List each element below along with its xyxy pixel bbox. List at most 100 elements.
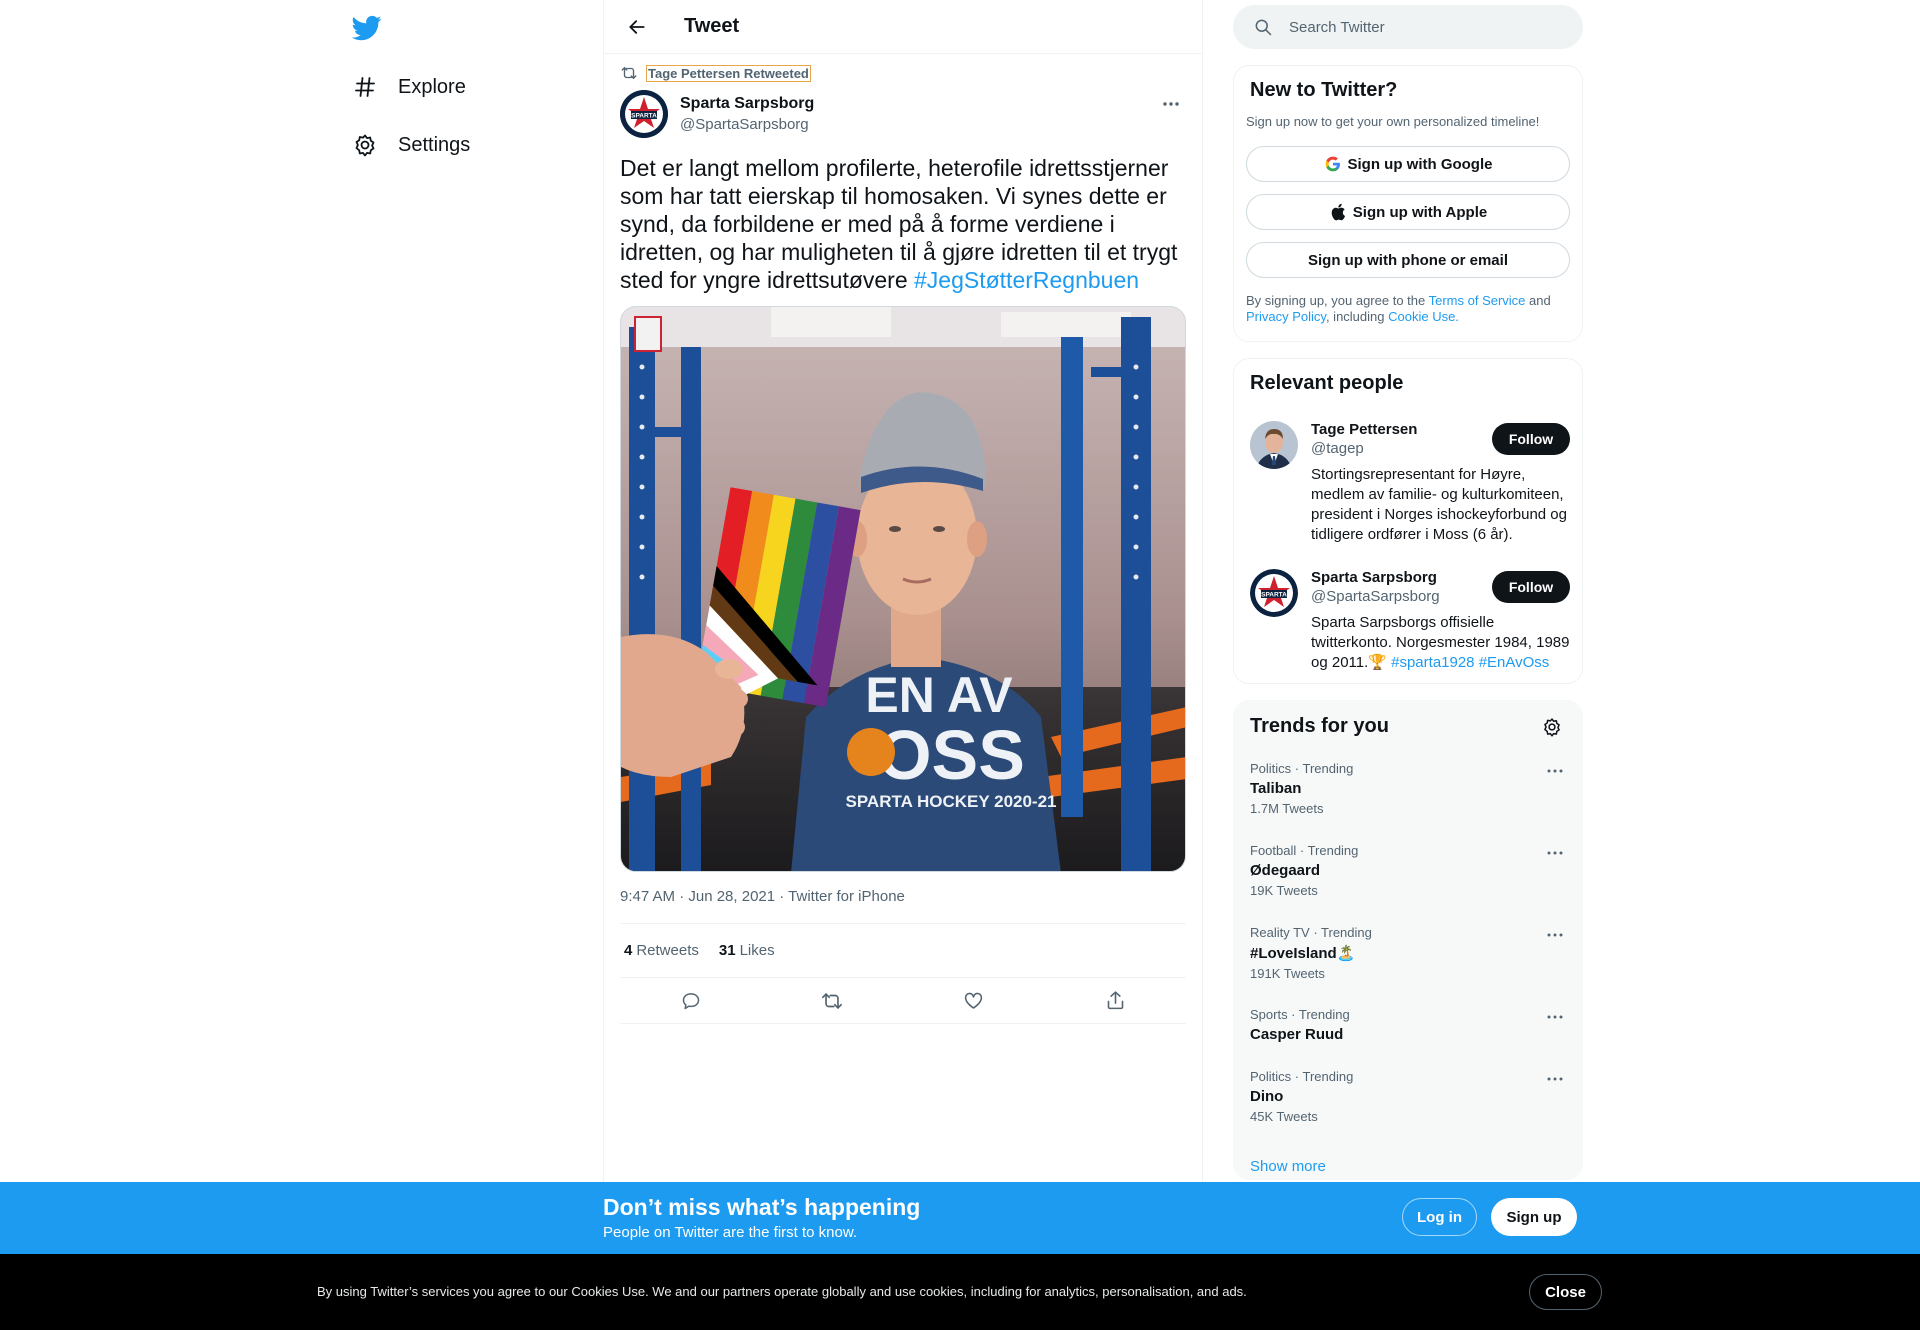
signup-phone-email-label: Sign up with phone or email — [1307, 251, 1508, 269]
signup-card: New to Twitter? Sign up now to get your … — [1233, 65, 1583, 342]
trend-name: Dino — [1250, 1088, 1284, 1105]
hashtag-icon — [352, 74, 378, 100]
trend-context: Reality TV · Trending — [1250, 925, 1372, 940]
follow-button[interactable]: Follow — [1492, 423, 1570, 455]
login-button[interactable]: Log in — [1402, 1198, 1477, 1236]
trends-title: Trends for you — [1250, 715, 1389, 737]
cookies-use-link[interactable]: Cookies Use — [571, 1284, 645, 1299]
main-column: Tweet Tage Pettersen Retweeted SPARTA Sp… — [603, 0, 1203, 1330]
close-cookie-button[interactable]: Close — [1529, 1274, 1602, 1310]
shirt-print-line2: OSS — [877, 716, 1025, 794]
signup-legal-text: By signing up, you agree to the Terms of… — [1246, 293, 1572, 325]
retweets-label: Retweets — [636, 942, 699, 959]
follow-button[interactable]: Follow — [1492, 571, 1570, 603]
signup-title: New to Twitter? — [1250, 79, 1398, 101]
apple-icon — [1329, 203, 1347, 221]
tweet-text: Det er langt mellom profilerte, heterofi… — [620, 154, 1192, 294]
tweet-actions — [620, 978, 1186, 1024]
nav-settings-label: Settings — [398, 133, 471, 156]
trend-name: Ødegaard — [1250, 862, 1321, 879]
trend-more-icon[interactable] — [1542, 1007, 1568, 1027]
person-avatar[interactable] — [1250, 421, 1298, 469]
retweeted-by-link[interactable]: Tage Pettersen Retweeted — [646, 64, 811, 82]
signup-phone-email-button[interactable]: Sign up with phone or email — [1246, 242, 1570, 278]
like-heart-icon[interactable] — [957, 984, 991, 1018]
cookie-use-link[interactable]: Cookie Use. — [1388, 309, 1459, 324]
trends-settings-gear-icon[interactable] — [1540, 715, 1564, 739]
signup-subtitle: Sign up now to get your own personalized… — [1246, 114, 1540, 129]
terms-of-service-link[interactable]: Terms of Service — [1429, 293, 1526, 308]
trends-card: Trends for you Politics · Trending Talib… — [1233, 700, 1583, 1180]
search-box[interactable] — [1233, 5, 1583, 49]
person-bio: Stortingsrepresentant for Høyre, medlem … — [1311, 466, 1567, 543]
trend-more-icon[interactable] — [1542, 1069, 1568, 1089]
retweet-icon — [620, 64, 638, 82]
trend-item[interactable]: Sports · Trending Casper Ruud — [1250, 1007, 1568, 1043]
trend-context: Sports · Trending — [1250, 1007, 1350, 1022]
more-options-icon[interactable] — [1156, 92, 1186, 116]
google-icon — [1324, 155, 1342, 173]
trend-item[interactable]: Politics · Trending Dino 45K Tweets — [1250, 1069, 1568, 1124]
banner-title: Don’t miss what’s happening — [603, 1194, 921, 1220]
trend-context: Football · Trending — [1250, 843, 1359, 858]
search-input[interactable] — [1289, 18, 1549, 36]
search-icon — [1253, 17, 1273, 37]
gear-icon — [352, 132, 378, 158]
svg-text:SPARTA: SPARTA — [631, 113, 657, 120]
trend-name: #LoveIsland🏝️ — [1250, 945, 1356, 962]
tweet-photo[interactable]: EN AV OSS SPARTA HOCKEY 2020-21 — [620, 306, 1186, 872]
bio-hashtag-enavoss[interactable]: #EnAvOss — [1479, 654, 1550, 671]
relevant-people-title: Relevant people — [1250, 372, 1404, 394]
retweet-context: Tage Pettersen Retweeted — [620, 64, 811, 82]
back-arrow-icon[interactable] — [620, 10, 654, 44]
relevant-people-card: Relevant people Tage Pettersen @tagep St… — [1233, 358, 1583, 684]
signup-google-button[interactable]: Sign up with Google — [1246, 146, 1570, 182]
cookie-banner: By using Twitter’s services you agree to… — [0, 1254, 1920, 1330]
likes-stat[interactable]: 31 Likes — [719, 942, 775, 959]
nav-explore[interactable]: Explore — [352, 67, 466, 107]
retweets-count: 4 — [624, 942, 633, 959]
trend-item[interactable]: Reality TV · Trending #LoveIsland🏝️ 191K… — [1250, 925, 1568, 981]
twitter-bird-icon[interactable] — [351, 13, 382, 43]
trend-count: 1.7M Tweets — [1250, 801, 1324, 816]
cookie-text-suffix: . We and our partners operate globally a… — [645, 1284, 1247, 1299]
person-avatar[interactable]: SPARTA — [1250, 569, 1298, 617]
cookie-text-prefix: By using Twitter’s services you agree to… — [317, 1284, 572, 1299]
share-icon[interactable] — [1098, 984, 1132, 1018]
shirt-print-line1: EN AV — [865, 667, 1013, 723]
legal-including: , including — [1325, 309, 1389, 324]
main-header: Tweet — [604, 0, 1202, 54]
shirt-print-line3: SPARTA HOCKEY 2020-21 — [846, 792, 1057, 811]
trend-more-icon[interactable] — [1542, 843, 1568, 863]
trend-item[interactable]: Football · Trending Ødegaard 19K Tweets — [1250, 843, 1568, 898]
person-bio: Sparta Sarpsborgs offisielle twitterkont… — [1311, 613, 1571, 673]
tweet-hashtag-link[interactable]: #JegStøtterRegnbuen — [914, 267, 1139, 293]
retweet-action-icon[interactable] — [815, 984, 849, 1018]
svg-text:SPARTA: SPARTA — [1261, 592, 1287, 599]
signup-apple-button[interactable]: Sign up with Apple — [1246, 194, 1570, 230]
reply-icon[interactable] — [674, 984, 708, 1018]
page-title: Tweet — [684, 15, 740, 37]
author-name[interactable]: Sparta Sarpsborg — [680, 95, 814, 113]
show-more-link[interactable]: Show more — [1250, 1158, 1326, 1175]
author-handle[interactable]: @SpartaSarpsborg — [680, 116, 814, 133]
trend-more-icon[interactable] — [1542, 761, 1568, 781]
author-avatar[interactable]: SPARTA — [620, 90, 668, 138]
legal-prefix: By signing up, you agree to the — [1246, 293, 1429, 308]
tweet-author: SPARTA Sparta Sarpsborg @SpartaSarpsborg — [620, 90, 814, 138]
privacy-policy-link[interactable]: Privacy Policy — [1246, 309, 1326, 324]
tweet-stats: 4 Retweets 31 Likes — [620, 923, 1186, 978]
nav-settings[interactable]: Settings — [352, 125, 470, 165]
bio-hashtag-sparta1928[interactable]: #sparta1928 — [1391, 654, 1474, 671]
signup-google-label: Sign up with Google — [1347, 155, 1493, 173]
trend-count: 191K Tweets — [1250, 966, 1325, 981]
trend-item[interactable]: Politics · Trending Taliban 1.7M Tweets — [1250, 761, 1568, 816]
trend-context: Politics · Trending — [1250, 1069, 1354, 1084]
tweet-timestamp[interactable]: 9:47 AM · Jun 28, 2021 · Twitter for iPh… — [620, 888, 905, 905]
trend-count: 19K Tweets — [1250, 883, 1318, 898]
likes-label: Likes — [739, 942, 775, 959]
signup-button[interactable]: Sign up — [1491, 1198, 1577, 1236]
retweets-stat[interactable]: 4 Retweets — [624, 942, 699, 959]
dont-miss-banner: Don’t miss what’s happening People on Tw… — [0, 1182, 1920, 1254]
trend-more-icon[interactable] — [1542, 925, 1568, 945]
